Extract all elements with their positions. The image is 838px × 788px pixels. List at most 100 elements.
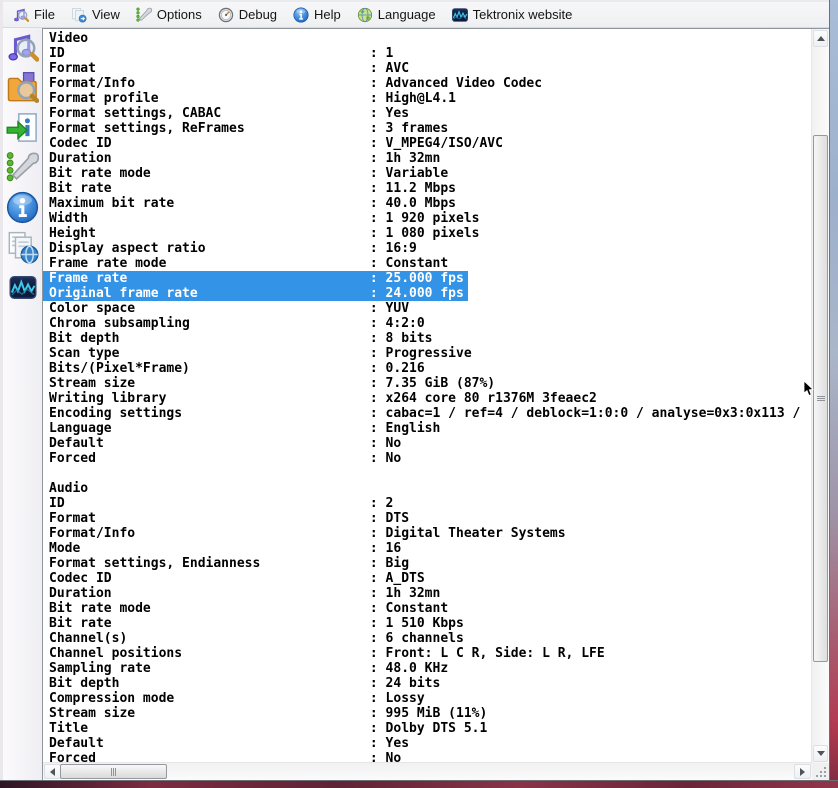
mediainfo-window: File View Options Debug Help Language Tektroni… [0,0,838,788]
menu-item-file[interactable]: File [7,3,65,27]
row-text: Format/Info : Digital Theater Systems [49,526,566,541]
window-border-bottom [0,780,838,788]
menu-item-help[interactable]: Help [287,3,351,27]
report-row: Bit rate mode : Variable [49,166,812,181]
row-text: Frame rate : 25.000 fps [43,271,468,286]
row-text: Color space : YUV [49,301,410,316]
arrow-right-icon [800,767,805,776]
row-text: Compression mode : Lossy [49,691,425,706]
report-row: Bits/(Pixel*Frame) : 0.216 [49,361,812,376]
row-text: Video [49,31,89,46]
report-row: ID : 2 [49,496,812,511]
export-web-button[interactable] [5,231,41,268]
row-text: Default : No [49,436,402,451]
menu-item-options[interactable]: Options [130,3,212,27]
row-text: Bit rate : 1 510 Kbps [49,616,464,631]
report-row: Original frame rate : 24.000 fps [43,286,812,301]
row-text: Format settings, ReFrames : 3 frames [49,121,449,136]
report-row: Stream size : 7.35 GiB (87%) [49,376,812,391]
report-row: Channel positions : Front: L C R, Side: … [49,646,812,661]
row-text: Maximum bit rate : 40.0 Mbps [49,196,456,211]
report-row: Format settings, ReFrames : 3 frames [49,121,812,136]
row-text: Format profile : High@L4.1 [49,91,456,106]
report-row: Channel(s) : 6 channels [49,631,812,646]
report-row: Format/Info : Digital Theater Systems [49,526,812,541]
row-text: Duration : 1h 32mn [49,151,441,166]
report-row: Bit depth : 24 bits [49,676,812,691]
section-header-row: Audio [49,481,812,496]
row-text: Original frame rate : 24.000 fps [43,286,468,301]
horizontal-scroll-thumb[interactable] [60,764,167,779]
row-text: Format : DTS [49,511,410,526]
row-text: Sampling rate : 48.0 KHz [49,661,449,676]
menu-item-label: Debug [238,7,278,22]
menu-item-label: View [91,7,120,22]
row-text: Writing library : x264 core 80 r1376M 3f… [49,391,597,406]
report-row: Codec ID : A_DTS [49,571,812,586]
row-text: Height : 1 080 pixels [49,226,480,241]
menu-bar: File View Options Debug Help Language Tektroni… [3,2,830,28]
report-row: Codec ID : V_MPEG4/ISO/AVC [49,136,812,151]
row-text: Scan type : Progressive [49,346,472,361]
report-row: Bit depth : 8 bits [49,331,812,346]
menu-item-tektronix-website[interactable]: Tektronix website [446,3,583,27]
help-info-icon [6,191,39,229]
report-row: Frame rate mode : Constant [49,256,812,271]
report-row: Display aspect ratio : 16:9 [49,241,812,256]
row-text: Format settings, CABAC : Yes [49,106,410,121]
row-text: Bit rate : 11.2 Mbps [49,181,456,196]
report-row: Writing library : x264 core 80 r1376M 3f… [49,391,812,406]
report-row: Height : 1 080 pixels [49,226,812,241]
report-text[interactable]: Video ID : 1 Format : AVC Format/Info : Adv… [43,29,812,763]
report-row: Chroma subsampling : 4:2:0 [49,316,812,331]
report-row: Default : No [49,436,812,451]
options-wrench-icon [136,7,152,23]
scroll-up-button[interactable] [813,30,828,47]
row-text: Frame rate mode : Constant [49,256,449,271]
row-text: Codec ID : A_DTS [49,571,425,586]
export-info-button[interactable] [5,112,41,148]
row-text: Title : Dolby DTS 5.1 [49,721,488,736]
menu-item-label: File [34,7,55,22]
vertical-scroll-thumb[interactable] [813,135,828,662]
row-text: Bit depth : 24 bits [49,676,441,691]
about-button[interactable] [5,191,41,229]
scroll-right-button[interactable] [794,764,811,779]
blank-row [49,466,812,481]
icon-toolbar [3,28,42,781]
arrow-down-icon [816,751,825,756]
open-folder-button[interactable] [5,72,41,108]
report-row: Language : English [49,421,812,436]
file-open-icon [6,31,40,69]
scroll-down-button[interactable] [813,745,828,762]
row-text: Duration : 1h 32mn [49,586,441,601]
open-file-button[interactable] [5,32,41,68]
row-text: Language : English [49,421,441,436]
tektronix-icon [6,274,40,306]
report-row: Maximum bit rate : 40.0 Mbps [49,196,812,211]
row-text: Stream size : 995 MiB (11%) [49,706,488,721]
scroll-left-button[interactable] [44,764,61,779]
row-text: Format : AVC [49,61,410,76]
resize-grip[interactable] [812,763,829,780]
report-panel: Video ID : 1 Format : AVC Format/Info : Adv… [42,28,830,781]
options-wrench-icon [6,151,40,189]
menu-item-view[interactable]: View [65,3,130,27]
resize-grip-icon [816,767,826,777]
preferences-button[interactable] [5,152,41,188]
vertical-scrollbar[interactable] [811,29,829,763]
row-text: Display aspect ratio : 16:9 [49,241,417,256]
tektronix-button[interactable] [5,272,41,308]
horizontal-scrollbar[interactable] [43,762,812,780]
row-text: Bit depth : 8 bits [49,331,433,346]
report-row: Format settings, CABAC : Yes [49,106,812,121]
report-row: Bit rate : 1 510 Kbps [49,616,812,631]
report-row: Frame rate : 25.000 fps [43,271,812,286]
menu-item-debug[interactable]: Debug [212,3,287,27]
row-text: ID : 1 [49,46,394,61]
report-row: Duration : 1h 32mn [49,151,812,166]
menu-item-language[interactable]: Language [351,3,446,27]
report-row: Width : 1 920 pixels [49,211,812,226]
window-border-top [0,0,838,2]
export-info-icon [6,111,39,149]
